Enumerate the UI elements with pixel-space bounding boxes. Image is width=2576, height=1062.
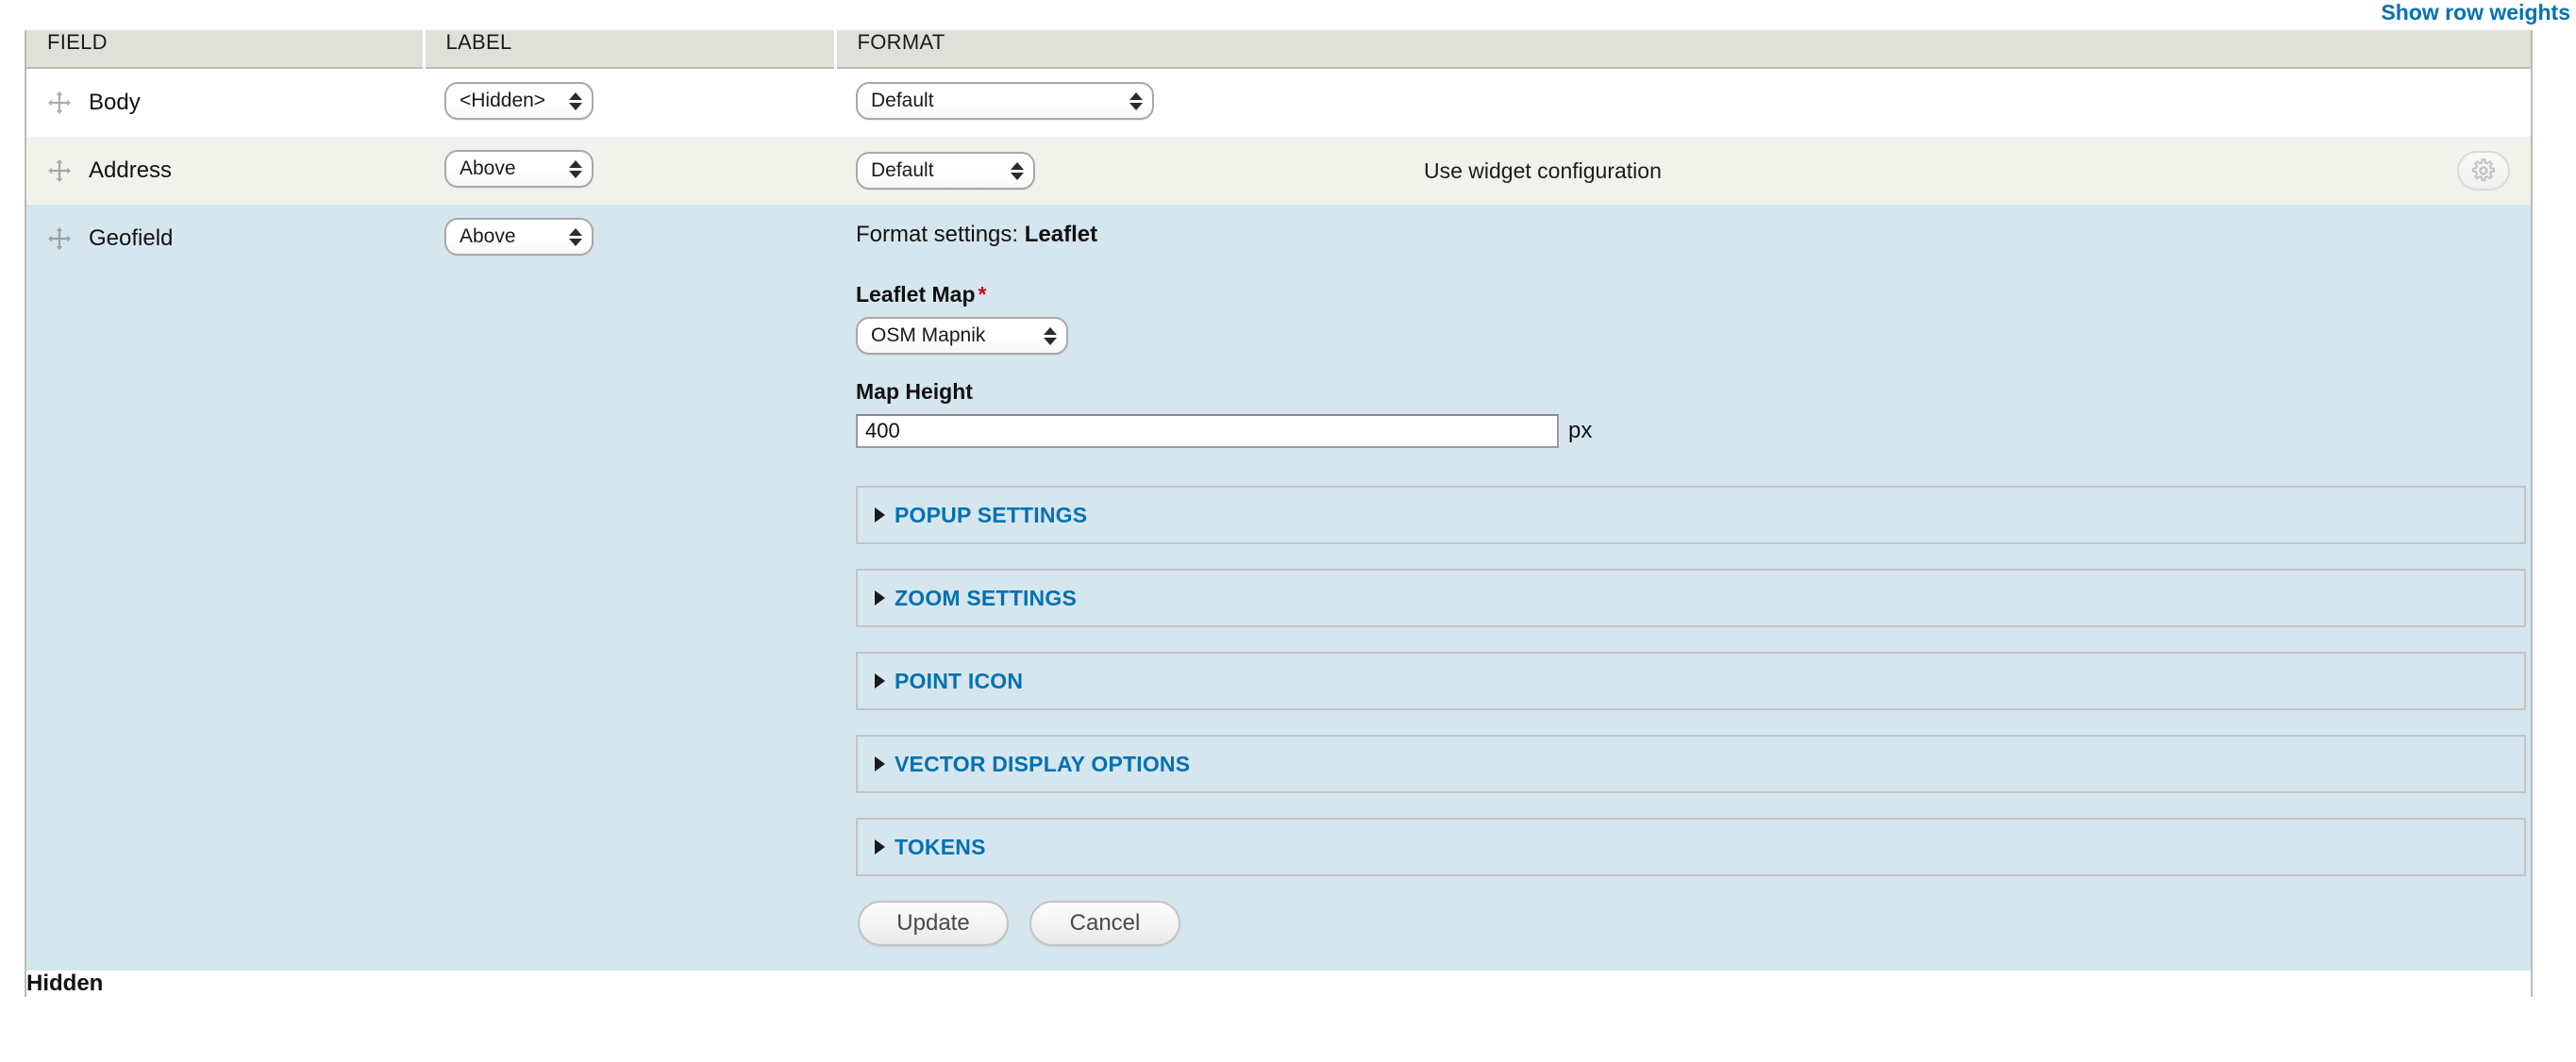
- table-row-address: Address Above Default Use widget configu…: [25, 137, 2532, 205]
- label-cell-geofield: Above: [424, 205, 835, 971]
- show-row-weights-link[interactable]: Show row weights: [2381, 0, 2570, 25]
- label-display-select-body[interactable]: <Hidden>: [444, 82, 594, 120]
- field-label-address: Address: [89, 158, 173, 183]
- column-header-format: FORMAT: [835, 30, 2532, 69]
- hidden-section-cell: Hidden: [25, 971, 2532, 997]
- format-settings-heading: Format settings: Leaflet: [856, 222, 2510, 248]
- format-settings-heading-formatter: Leaflet: [1024, 222, 1098, 247]
- table-header-row: FIELD LABEL FORMAT: [25, 30, 2532, 69]
- row-weights-toolbar: Show row weights: [0, 0, 2576, 25]
- drag-handle-icon[interactable]: [47, 91, 72, 115]
- select-stepper-arrows-icon: [569, 227, 582, 246]
- fieldset-title-tokens: TOKENS: [895, 834, 986, 859]
- collapsible-fieldset-list: POPUP SETTINGS ZOOM SETTINGS POINT ICON …: [856, 486, 2526, 876]
- map-height-form-item: Map Height px: [856, 379, 2510, 448]
- format-select-address[interactable]: Default: [856, 152, 1035, 190]
- format-cell-address: Default Use widget configuration: [835, 137, 2532, 205]
- map-height-label: Map Height: [856, 379, 973, 404]
- label-display-select-value-geofield: Above: [460, 225, 516, 247]
- format-settings-actions: Update Cancel: [856, 901, 2510, 946]
- leaflet-map-form-item: Leaflet Map * OSM Mapnik: [856, 282, 2510, 355]
- fieldset-legend-vector-display-options[interactable]: VECTOR DISPLAY OPTIONS: [875, 752, 1190, 777]
- field-cell-body: Body: [25, 68, 424, 137]
- required-marker-icon: *: [978, 282, 987, 307]
- label-display-select-value-body: <Hidden>: [460, 90, 546, 111]
- label-display-select-address[interactable]: Above: [444, 150, 594, 188]
- select-stepper-arrows-icon: [569, 91, 582, 110]
- format-summary-address: Use widget configuration: [1424, 158, 1662, 183]
- leaflet-format-settings-form: Format settings: Leaflet Leaflet Map * OS…: [835, 205, 2531, 971]
- format-cell-body: Default: [835, 68, 2532, 137]
- fieldset-legend-point-icon[interactable]: POINT ICON: [875, 669, 1023, 694]
- triangle-right-icon: [875, 839, 885, 855]
- leaflet-map-label: Leaflet Map *: [856, 282, 2510, 307]
- map-height-input[interactable]: [856, 414, 1559, 448]
- fieldset-legend-zoom-settings[interactable]: ZOOM SETTINGS: [875, 586, 1077, 611]
- fieldset-legend-popup-settings[interactable]: POPUP SETTINGS: [875, 503, 1087, 528]
- format-select-value-body: Default: [871, 90, 934, 111]
- triangle-right-icon: [875, 507, 885, 523]
- triangle-right-icon: [875, 756, 885, 772]
- cancel-button[interactable]: Cancel: [1029, 901, 1180, 946]
- leaflet-map-select[interactable]: OSM Mapnik: [856, 317, 1068, 355]
- table-row-body: Body <Hidden> Default: [25, 68, 2532, 137]
- leaflet-map-label-text: Leaflet Map: [856, 282, 976, 307]
- label-cell-body: <Hidden>: [424, 68, 835, 137]
- select-stepper-arrows-icon: [1044, 326, 1057, 345]
- format-settings-heading-prefix: Format settings:: [856, 222, 1019, 247]
- fieldset-tokens[interactable]: TOKENS: [856, 818, 2526, 876]
- table-row-hidden-section: Hidden: [25, 971, 2532, 997]
- gear-icon: [2471, 158, 2496, 183]
- fieldset-title-zoom-settings: ZOOM SETTINGS: [895, 585, 1077, 610]
- field-cell-geofield: Geofield: [25, 205, 424, 971]
- table-row-geofield: Geofield Above Format settings: Leaflet …: [25, 205, 2532, 971]
- label-cell-address: Above: [424, 137, 835, 205]
- select-stepper-arrows-icon: [569, 159, 582, 178]
- update-button[interactable]: Update: [858, 901, 1009, 946]
- table-head: FIELD LABEL FORMAT: [25, 30, 2532, 69]
- map-height-unit: px: [1568, 418, 1593, 443]
- fieldset-title-point-icon: POINT ICON: [895, 668, 1024, 693]
- leaflet-map-select-value: OSM Mapnik: [871, 324, 986, 346]
- column-header-field: FIELD: [25, 30, 426, 69]
- fieldset-zoom-settings[interactable]: ZOOM SETTINGS: [856, 569, 2526, 627]
- table-body: Body <Hidden> Default Address Above Defa…: [25, 68, 2532, 997]
- format-settings-edit-button-address[interactable]: [2457, 151, 2510, 191]
- label-display-select-value-address: Above: [460, 158, 516, 179]
- select-stepper-arrows-icon: [1129, 91, 1143, 110]
- hidden-section-title: Hidden: [26, 971, 104, 996]
- fieldset-legend-tokens[interactable]: TOKENS: [875, 835, 986, 860]
- field-display-table: FIELD LABEL FORMAT Body <Hidden> Default…: [25, 30, 2533, 997]
- field-display-settings-page: Show row weights FIELD LABEL FORMAT Body…: [0, 0, 2576, 1062]
- drag-handle-icon[interactable]: [47, 226, 72, 251]
- triangle-right-icon: [875, 590, 885, 606]
- select-stepper-arrows-icon: [1011, 161, 1024, 180]
- format-settings-cell-geofield: Format settings: Leaflet Leaflet Map * OS…: [835, 205, 2532, 971]
- fieldset-title-popup-settings: POPUP SETTINGS: [895, 502, 1088, 527]
- field-cell-address: Address: [25, 137, 424, 205]
- drag-handle-icon[interactable]: [47, 158, 72, 183]
- fieldset-point-icon[interactable]: POINT ICON: [856, 652, 2526, 710]
- fieldset-vector-display-options[interactable]: VECTOR DISPLAY OPTIONS: [856, 735, 2526, 793]
- triangle-right-icon: [875, 673, 885, 689]
- fieldset-title-vector-display-options: VECTOR DISPLAY OPTIONS: [895, 751, 1191, 776]
- fieldset-popup-settings[interactable]: POPUP SETTINGS: [856, 486, 2526, 544]
- format-select-value-address: Default: [871, 159, 934, 181]
- format-select-body[interactable]: Default: [856, 82, 1154, 120]
- field-label-body: Body: [89, 90, 141, 115]
- field-label-geofield: Geofield: [89, 225, 174, 251]
- label-display-select-geofield[interactable]: Above: [444, 218, 594, 256]
- column-header-label: LABEL: [424, 30, 837, 69]
